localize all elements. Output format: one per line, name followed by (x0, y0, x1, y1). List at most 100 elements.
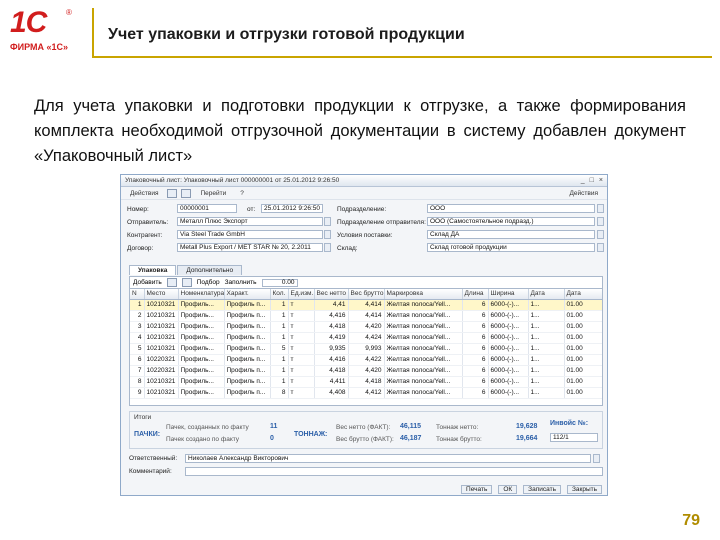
delivery-terms-select-button[interactable] (597, 230, 604, 239)
invoice-field[interactable]: 112/1 (550, 433, 598, 442)
refresh-icon[interactable] (181, 188, 192, 198)
table-cell[interactable]: 1 (270, 332, 289, 344)
table-cell[interactable]: 6 (130, 354, 145, 366)
table-cell[interactable]: 5 (130, 343, 145, 355)
table-cell[interactable]: 01.00 (564, 387, 602, 399)
table-cell[interactable]: т (288, 343, 315, 355)
fill-button[interactable]: Заполнить (225, 279, 257, 286)
table-cell[interactable]: Профиль п... (224, 343, 271, 355)
column-header[interactable]: Дата (528, 289, 565, 300)
table-cell[interactable]: 1... (528, 376, 565, 388)
table-cell[interactable]: Профиль... (178, 310, 225, 322)
table-cell[interactable]: 01.00 (564, 354, 602, 366)
table-cell[interactable]: 9,993 (348, 343, 385, 355)
actions-menu-button[interactable]: Действия (125, 188, 163, 199)
table-cell[interactable]: 6 (462, 387, 489, 399)
table-cell[interactable]: Профиль п... (224, 376, 271, 388)
table-cell[interactable]: 10220321 (144, 354, 179, 366)
warehouse-select-button[interactable] (597, 243, 604, 252)
table-cell[interactable]: 01.00 (564, 332, 602, 344)
table-cell[interactable]: 4,412 (348, 387, 385, 399)
table-cell[interactable]: 8 (130, 376, 145, 388)
comment-field[interactable] (185, 467, 603, 476)
add-row-button[interactable]: Добавить (133, 279, 162, 286)
column-header[interactable]: Дата (564, 289, 602, 300)
table-cell[interactable]: 4,414 (348, 310, 385, 322)
table-cell[interactable]: 4,416 (314, 354, 349, 366)
responsible-field[interactable]: Николаев Александр Викторович (185, 454, 591, 463)
table-cell[interactable]: 6 (462, 299, 489, 311)
table-cell[interactable]: 10210321 (144, 376, 179, 388)
table-cell[interactable]: 9,935 (314, 343, 349, 355)
column-header[interactable]: Ширина (488, 289, 529, 300)
table-cell[interactable]: 4,414 (348, 299, 385, 311)
table-cell[interactable]: 6000-(-)... (488, 365, 529, 377)
go-menu-button[interactable]: Перейти (195, 188, 231, 199)
responsible-select-button[interactable] (593, 454, 600, 463)
table-cell[interactable]: 6 (462, 343, 489, 355)
table-cell[interactable]: 4,408 (314, 387, 349, 399)
table-cell[interactable]: Желтая полоса/Yell... (384, 343, 463, 355)
table-cell[interactable]: 1 (270, 376, 289, 388)
table-cell[interactable]: 6000-(-)... (488, 387, 529, 399)
delivery-terms-field[interactable]: Склад ДА (427, 230, 595, 239)
table-cell[interactable]: 1 (130, 299, 145, 311)
table-cell[interactable]: Профиль... (178, 321, 225, 333)
table-cell[interactable]: Желтая полоса/Yell... (384, 376, 463, 388)
table-cell[interactable]: Желтая полоса/Yell... (384, 387, 463, 399)
table-cell[interactable]: т (288, 354, 315, 366)
table-cell[interactable]: Желтая полоса/Yell... (384, 365, 463, 377)
write-button[interactable]: Записать (523, 484, 561, 494)
table-cell[interactable]: 01.00 (564, 365, 602, 377)
table-cell[interactable]: 6 (462, 310, 489, 322)
table-row[interactable]: 3 10210321 Профиль... Профиль п... 1 т 4,418 4,… (130, 321, 602, 333)
copy-icon[interactable] (166, 278, 177, 287)
table-cell[interactable]: Профиль... (178, 365, 225, 377)
table-cell[interactable]: 6 (462, 365, 489, 377)
tab-packing[interactable]: Упаковка (129, 265, 177, 275)
table-cell[interactable]: 1 (270, 365, 289, 377)
table-cell[interactable]: 01.00 (564, 321, 602, 333)
table-cell[interactable]: т (288, 376, 315, 388)
table-row[interactable]: 9 10210321 Профиль... Профиль п... 8 т 4,408 4,… (130, 387, 602, 399)
division-select-button[interactable] (597, 204, 604, 213)
contract-select-button[interactable] (324, 243, 331, 252)
table-cell[interactable]: 4,420 (348, 365, 385, 377)
table-cell[interactable]: 6000-(-)... (488, 299, 529, 311)
table-cell[interactable]: Профиль... (178, 387, 225, 399)
column-header[interactable]: Маркировка (384, 289, 463, 300)
column-header[interactable]: Длина (462, 289, 489, 300)
table-cell[interactable]: 1... (528, 387, 565, 399)
sender-field[interactable]: Металл Плюс Экспорт (177, 217, 323, 226)
table-cell[interactable]: 6 (462, 321, 489, 333)
table-cell[interactable]: Профиль... (178, 299, 225, 311)
table-cell[interactable]: 6000-(-)... (488, 310, 529, 322)
table-cell[interactable]: 8 (270, 387, 289, 399)
contractor-select-button[interactable] (324, 230, 331, 239)
table-cell[interactable]: 4,41 (314, 299, 349, 311)
table-cell[interactable]: Желтая полоса/Yell... (384, 354, 463, 366)
table-cell[interactable]: 10210321 (144, 321, 179, 333)
table-cell[interactable]: 4,416 (314, 310, 349, 322)
table-cell[interactable]: 1 (270, 321, 289, 333)
table-row[interactable]: 4 10210321 Профиль... Профиль п... 1 т 4,419 4,… (130, 332, 602, 344)
sender-division-select-button[interactable] (597, 217, 604, 226)
table-cell[interactable]: 10220321 (144, 365, 179, 377)
number-field[interactable]: 00000001 (177, 204, 237, 213)
table-cell[interactable]: 1... (528, 299, 565, 311)
table-cell[interactable]: 1... (528, 321, 565, 333)
save-icon[interactable] (167, 188, 178, 198)
table-cell[interactable]: 9 (130, 387, 145, 399)
table-cell[interactable]: 1... (528, 365, 565, 377)
column-header[interactable]: Ед.изм. (288, 289, 315, 300)
column-header[interactable]: Кол. (270, 289, 289, 300)
table-cell[interactable]: 01.00 (564, 343, 602, 355)
table-cell[interactable]: 4,424 (348, 332, 385, 344)
column-header[interactable]: Вес нетто (314, 289, 349, 300)
contract-field[interactable]: Metall Plus Export / MET STAR № 20, 2.20… (177, 243, 323, 252)
table-cell[interactable]: Профиль п... (224, 332, 271, 344)
table-cell[interactable]: т (288, 310, 315, 322)
table-cell[interactable]: 2 (130, 310, 145, 322)
table-cell[interactable]: Профиль п... (224, 387, 271, 399)
pick-button[interactable]: Подбор (197, 279, 220, 286)
